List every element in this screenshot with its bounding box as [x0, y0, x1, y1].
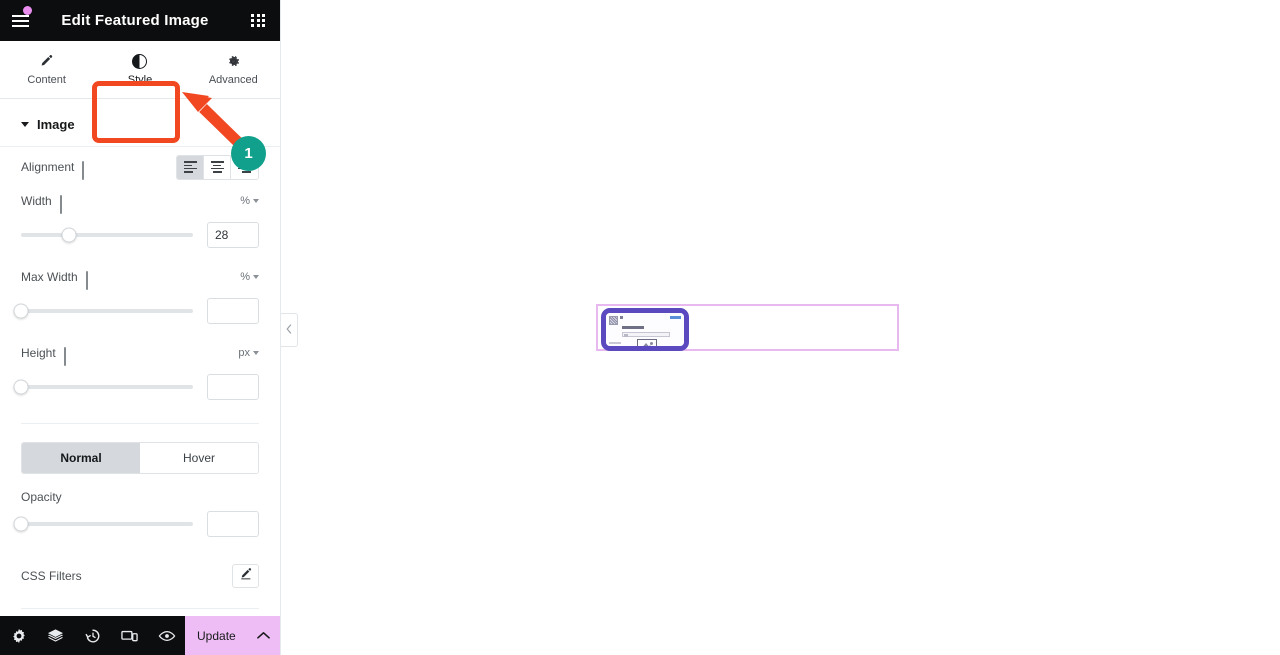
canvas-section-container[interactable]: [596, 304, 899, 351]
panel-footer: Update: [0, 616, 280, 655]
width-unit-selector[interactable]: %: [240, 195, 259, 207]
width-label: Width: [21, 194, 52, 208]
width-slider-row: [21, 215, 259, 257]
layers-navigator-icon[interactable]: [37, 616, 74, 655]
image-section-header[interactable]: Image: [0, 99, 280, 147]
width-slider-track: [21, 233, 193, 237]
tab-advanced-label: Advanced: [208, 74, 258, 86]
opacity-label: Opacity: [21, 490, 62, 504]
opacity-slider[interactable]: [13, 516, 193, 532]
max-width-slider-knob[interactable]: [13, 303, 29, 319]
max-width-control-header: Max Width %: [21, 257, 259, 291]
image-placeholder-icon: [637, 339, 657, 346]
height-unit-label: px: [238, 347, 250, 359]
pencil-icon: [39, 53, 54, 69]
height-slider-track: [21, 385, 193, 389]
width-slider[interactable]: [21, 227, 193, 243]
notification-dot-icon: [23, 6, 32, 15]
width-slider-knob[interactable]: [61, 227, 77, 243]
caret-down-icon: [21, 122, 29, 127]
state-tab-group: Normal Hover: [21, 442, 259, 474]
chevron-left-icon: [286, 321, 292, 339]
state-controls: Opacity CSS Filters: [0, 474, 280, 616]
contrast-icon: [132, 53, 148, 69]
opacity-value-input[interactable]: [207, 511, 259, 537]
panel-tabs: Content Style Advanced: [0, 41, 280, 143]
tab-style-label: Style: [127, 74, 153, 86]
section-divider: [21, 423, 259, 424]
history-clock-icon[interactable]: [74, 616, 111, 655]
panel-body: Image Alignment Width % 28 Max Width % H…: [0, 99, 280, 616]
panel-collapse-handle[interactable]: [281, 313, 298, 347]
gear-icon: [226, 53, 241, 69]
responsive-devices-icon[interactable]: [111, 616, 148, 655]
border-type-control: Border Type Default: [21, 609, 259, 616]
max-width-unit-selector[interactable]: %: [240, 271, 259, 283]
opacity-slider-row: [13, 504, 259, 546]
max-width-label: Max Width: [21, 270, 78, 284]
settings-gear-icon[interactable]: [0, 616, 37, 655]
pencil-icon: [239, 567, 253, 586]
tab-hover[interactable]: Hover: [140, 443, 258, 473]
height-unit-selector[interactable]: px: [238, 347, 259, 359]
chevron-down-icon: [253, 275, 259, 279]
opacity-slider-knob[interactable]: [13, 516, 29, 532]
featured-image-widget[interactable]: [601, 308, 689, 351]
opacity-slider-track: [21, 522, 193, 526]
alignment-label: Alignment: [21, 160, 75, 174]
tab-advanced[interactable]: Advanced: [187, 41, 280, 98]
height-control-header: Height px: [21, 333, 259, 367]
max-width-slider[interactable]: [13, 303, 193, 319]
desktop-device-icon[interactable]: [85, 270, 99, 290]
height-slider-row: [13, 367, 259, 409]
align-center-button[interactable]: [204, 155, 231, 179]
update-button[interactable]: Update: [185, 616, 248, 655]
image-section-label: Image: [37, 117, 75, 132]
tab-content-label: Content: [27, 74, 66, 86]
height-slider[interactable]: [13, 379, 193, 395]
tab-content[interactable]: Content: [0, 41, 93, 98]
editor-panel: Edit Featured Image Content Style Advanc…: [0, 0, 298, 655]
panel-header: Edit Featured Image: [0, 0, 280, 41]
align-left-button[interactable]: [177, 155, 204, 179]
page-title: Edit Featured Image: [61, 12, 209, 29]
chevron-down-icon: [253, 199, 259, 203]
image-controls: Alignment Width % 28 Max Width % Height …: [0, 147, 280, 424]
image-thumbnail: [606, 313, 684, 346]
max-width-slider-row: [13, 291, 259, 333]
width-control-header: Width %: [21, 181, 259, 215]
desktop-device-icon[interactable]: [63, 346, 77, 366]
max-width-slider-track: [21, 309, 193, 313]
max-width-value-input[interactable]: [207, 298, 259, 324]
max-width-unit-label: %: [240, 271, 250, 283]
tab-style[interactable]: Style: [93, 41, 186, 98]
elementor-editor: Edit Featured Image Content Style Advanc…: [0, 0, 1280, 655]
apps-grid-icon[interactable]: [236, 0, 280, 41]
chevron-up-icon[interactable]: [247, 616, 280, 655]
height-value-input[interactable]: [207, 374, 259, 400]
chevron-down-icon: [253, 351, 259, 355]
width-unit-label: %: [240, 195, 250, 207]
height-slider-knob[interactable]: [13, 379, 29, 395]
tab-normal[interactable]: Normal: [22, 443, 140, 473]
desktop-device-icon[interactable]: [59, 194, 73, 214]
desktop-device-icon[interactable]: [82, 160, 95, 180]
css-filters-edit-button[interactable]: [232, 564, 259, 588]
align-right-button[interactable]: [231, 155, 258, 179]
alignment-button-group: [176, 154, 259, 180]
footer-icon-group: [0, 616, 185, 655]
css-filters-control: CSS Filters: [21, 546, 259, 588]
hamburger-menu-icon[interactable]: [0, 0, 40, 41]
height-label: Height: [21, 346, 56, 360]
css-filters-label: CSS Filters: [21, 569, 82, 583]
editor-canvas[interactable]: [281, 0, 1280, 655]
width-value-input[interactable]: [207, 222, 259, 248]
preview-eye-icon[interactable]: [148, 616, 185, 655]
alignment-control: Alignment: [21, 147, 259, 181]
